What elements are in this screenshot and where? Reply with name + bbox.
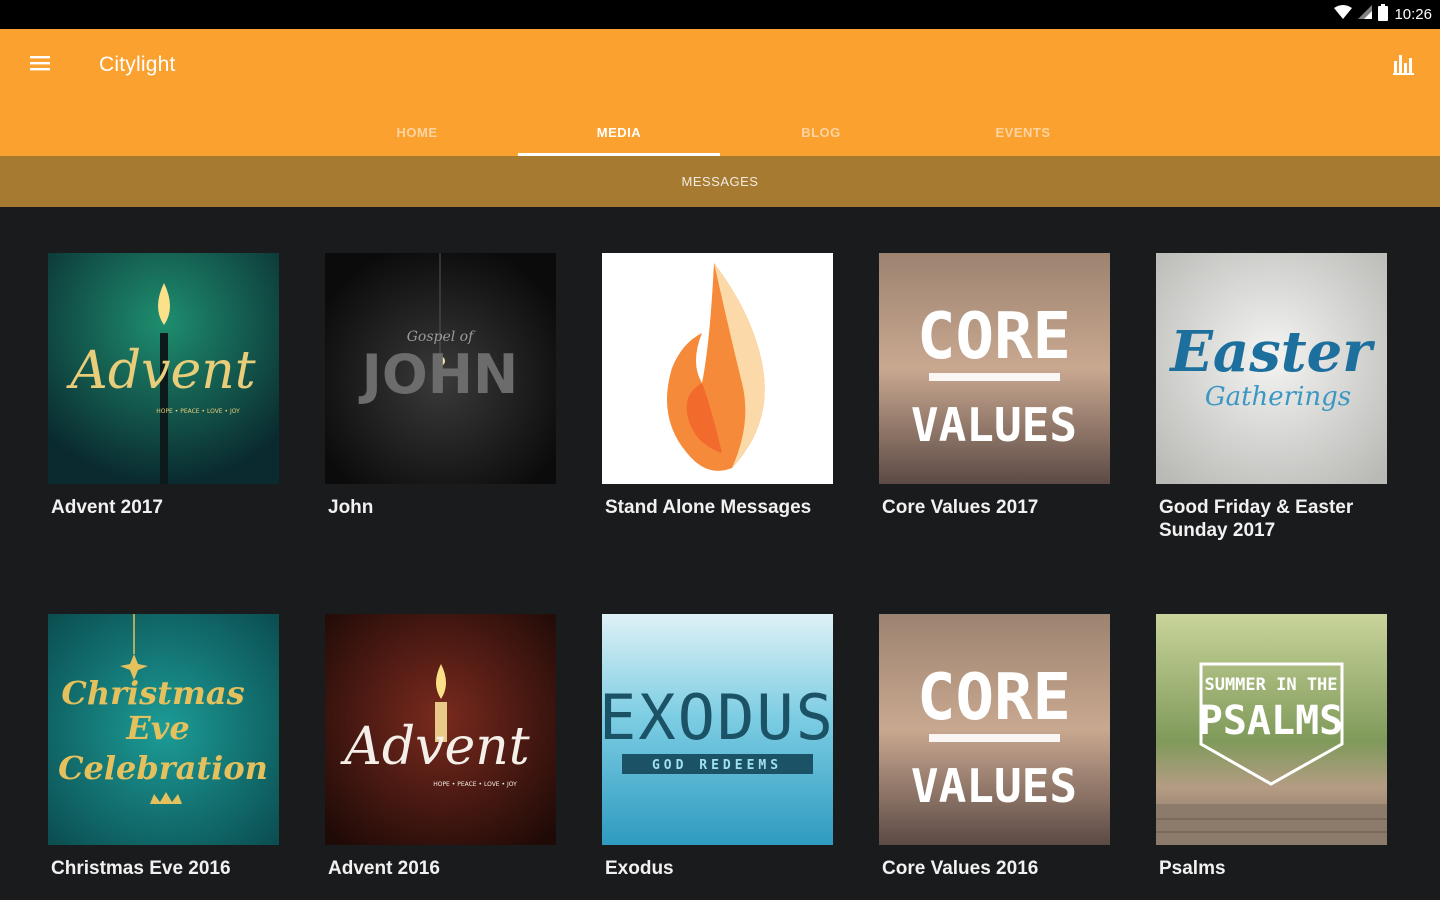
series-card-stand-alone[interactable]: Stand Alone Messages [602, 253, 833, 519]
tab-events[interactable]: EVENTS [922, 108, 1124, 156]
series-card-advent-2017[interactable]: Advent HOPE • PEACE • LOVE • JOY Advent … [48, 253, 279, 519]
art-subtitle-2: Celebration [58, 749, 268, 787]
status-time: 10:26 [1394, 6, 1432, 23]
wifi-icon [1334, 5, 1353, 24]
series-card-john[interactable]: Gospel of JOHN John [325, 253, 556, 519]
series-title: Psalms [1159, 858, 1226, 879]
status-icons: 10:26 [1334, 3, 1432, 26]
series-artwork [602, 253, 833, 484]
series-card-core-values-2016[interactable]: CORE VALUES Core Values 2016 [879, 614, 1110, 880]
sub-category-messages[interactable]: MESSAGES [682, 174, 759, 189]
art-subtitle: VALUES [911, 759, 1077, 813]
series-title: Christmas Eve 2016 [51, 858, 231, 879]
series-artwork: Christmas Eve Celebration [48, 614, 279, 845]
tab-home[interactable]: HOME [316, 108, 518, 156]
art-title: CORE [917, 300, 1071, 374]
series-card-exodus[interactable]: EXODUS GOD REDEEMS Exodus [602, 614, 833, 880]
series-card-advent-2016[interactable]: Advent HOPE • PEACE • LOVE • JOY Advent … [325, 614, 556, 880]
art-subtitle: Gatherings [1205, 382, 1351, 412]
bar-chart-icon [1393, 53, 1415, 80]
series-artwork: EXODUS GOD REDEEMS [602, 614, 833, 845]
series-title: Good Friday & Easter Sunday 2017 [1159, 497, 1354, 541]
hamburger-icon [30, 54, 52, 77]
stats-button[interactable] [1386, 49, 1422, 83]
art-caption: SUMMER IN THE [1204, 675, 1337, 695]
art-caption: HOPE • PEACE • LOVE • JOY [156, 408, 240, 415]
series-artwork: Advent HOPE • PEACE • LOVE • JOY [325, 614, 556, 845]
series-card-easter-2017[interactable]: Easter Gatherings Good Friday & Easter S… [1156, 253, 1387, 542]
tab-blog[interactable]: BLOG [720, 108, 922, 156]
art-title: Easter [1168, 319, 1375, 385]
series-title: Advent 2017 [51, 497, 163, 518]
series-title: Core Values 2016 [882, 858, 1039, 879]
series-artwork: CORE VALUES [879, 253, 1110, 484]
series-artwork: Advent HOPE • PEACE • LOVE • JOY [48, 253, 279, 484]
art-caption: GOD REDEEMS [652, 758, 782, 773]
art-caption: HOPE • PEACE • LOVE • JOY [433, 781, 517, 788]
series-artwork: Gospel of JOHN [325, 253, 556, 484]
series-artwork: CORE VALUES [879, 614, 1110, 845]
tab-media[interactable]: MEDIA [518, 108, 720, 156]
tab-bar: HOME MEDIA BLOG EVENTS [316, 108, 1124, 156]
status-bar: 10:26 [0, 0, 1440, 29]
art-title: Advent [340, 717, 529, 777]
art-title: EXODUS [602, 681, 833, 754]
series-card-christmas-eve-2016[interactable]: Christmas Eve Celebration Christmas Eve … [48, 614, 279, 880]
series-artwork: SUMMER IN THE PSALMS [1156, 614, 1387, 845]
art-title: Christmas [61, 674, 244, 712]
app-bar: Citylight HOME MEDIA BLOG EVENTS [0, 29, 1440, 156]
art-subtitle: VALUES [911, 398, 1077, 452]
art-title: PSALMS [1199, 698, 1344, 744]
series-title: Stand Alone Messages [605, 497, 812, 518]
art-title: Advent [66, 341, 255, 401]
series-card-core-values-2017[interactable]: CORE VALUES Core Values 2017 [879, 253, 1110, 519]
menu-button[interactable] [20, 49, 62, 81]
art-subtitle: Eve [125, 709, 189, 747]
sub-category-bar: MESSAGES [0, 156, 1440, 207]
series-title: Exodus [605, 858, 674, 879]
battery-icon [1378, 3, 1389, 26]
series-title: Core Values 2017 [882, 497, 1039, 518]
app-title: Citylight [99, 53, 176, 76]
series-card-psalms[interactable]: SUMMER IN THE PSALMS Psalms [1156, 614, 1387, 880]
art-title: JOHN [358, 343, 518, 406]
signal-icon [1358, 5, 1373, 24]
series-artwork: Easter Gatherings [1156, 253, 1387, 484]
series-title: Advent 2016 [328, 858, 440, 879]
art-title: CORE [917, 661, 1071, 735]
series-title: John [328, 497, 374, 518]
